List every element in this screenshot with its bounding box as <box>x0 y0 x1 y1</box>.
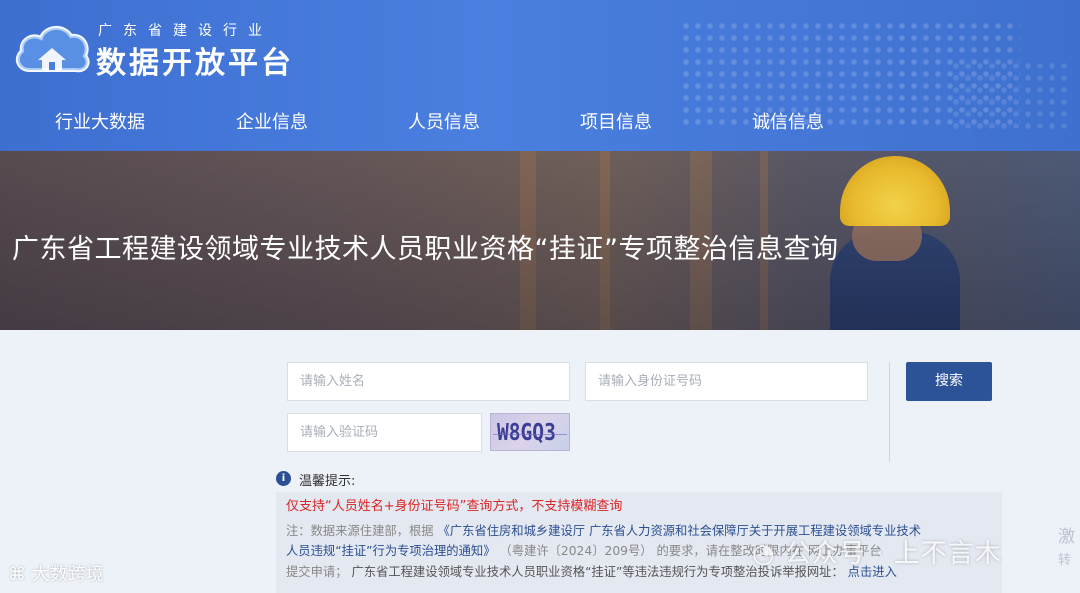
tips-title: 温馨提示: <box>299 474 356 489</box>
site-subtitle: 广东省建设行业 <box>98 23 273 39</box>
page-title: 广东省工程建设领域专业技术人员职业资格“挂证”专项整治信息查询 <box>12 234 839 265</box>
watermark-right: ◔ 公众号 · 上不言木 <box>752 539 1002 569</box>
nav-item-industry-data[interactable]: 行业大数据 <box>55 108 145 134</box>
note-prefix: 注：数据来源住建部，根据 <box>286 524 434 538</box>
search-button[interactable]: 搜索 <box>906 362 992 401</box>
captcha-text: W8GQ3 <box>497 420 556 446</box>
info-icon: i <box>276 471 291 486</box>
name-input[interactable]: 请输入姓名 <box>287 362 570 401</box>
site-header: 广东省建设行业 数据开放平台 行业大数据 企业信息 人员信息 项目信息 诚信信息 <box>0 0 1080 151</box>
divider <box>889 362 890 462</box>
watermark-far-right: 激 转 <box>1058 527 1075 568</box>
nav-item-credit-info[interactable]: 诚信信息 <box>752 108 824 134</box>
tips-warning: 仅支持“人员姓名+身份证号码”查询方式，不支持模糊查询 <box>286 499 623 514</box>
nav-item-personnel-info[interactable]: 人员信息 <box>408 108 480 134</box>
hero-banner: 广东省工程建设领域专业技术人员职业资格“挂证”专项整治信息查询 <box>0 151 1080 330</box>
site-title[interactable]: 数据开放平台 <box>96 38 294 82</box>
captcha-input[interactable]: 请输入验证码 <box>287 413 482 452</box>
nav-item-project-info[interactable]: 项目信息 <box>580 108 652 134</box>
watermark-logo-icon: ⌘ <box>8 564 26 585</box>
nav-item-company-info[interactable]: 企业信息 <box>236 108 308 134</box>
main-nav: 行业大数据 企业信息 人员信息 项目信息 诚信信息 <box>0 108 1080 138</box>
captcha-noise-line <box>493 434 567 435</box>
watermark-left: ⌘ 大数跨境 <box>8 564 104 585</box>
notice-link-cont[interactable]: 人员违规“挂证”行为专项治理的通知》 <box>286 544 496 558</box>
cloud-house-icon[interactable] <box>12 18 92 80</box>
wechat-icon: ◔ <box>752 539 776 569</box>
captcha-image[interactable]: W8GQ3 <box>490 413 570 451</box>
id-number-input[interactable]: 请输入身份证号码 <box>585 362 868 401</box>
note-prefix-2: 提交申请； <box>286 565 348 579</box>
